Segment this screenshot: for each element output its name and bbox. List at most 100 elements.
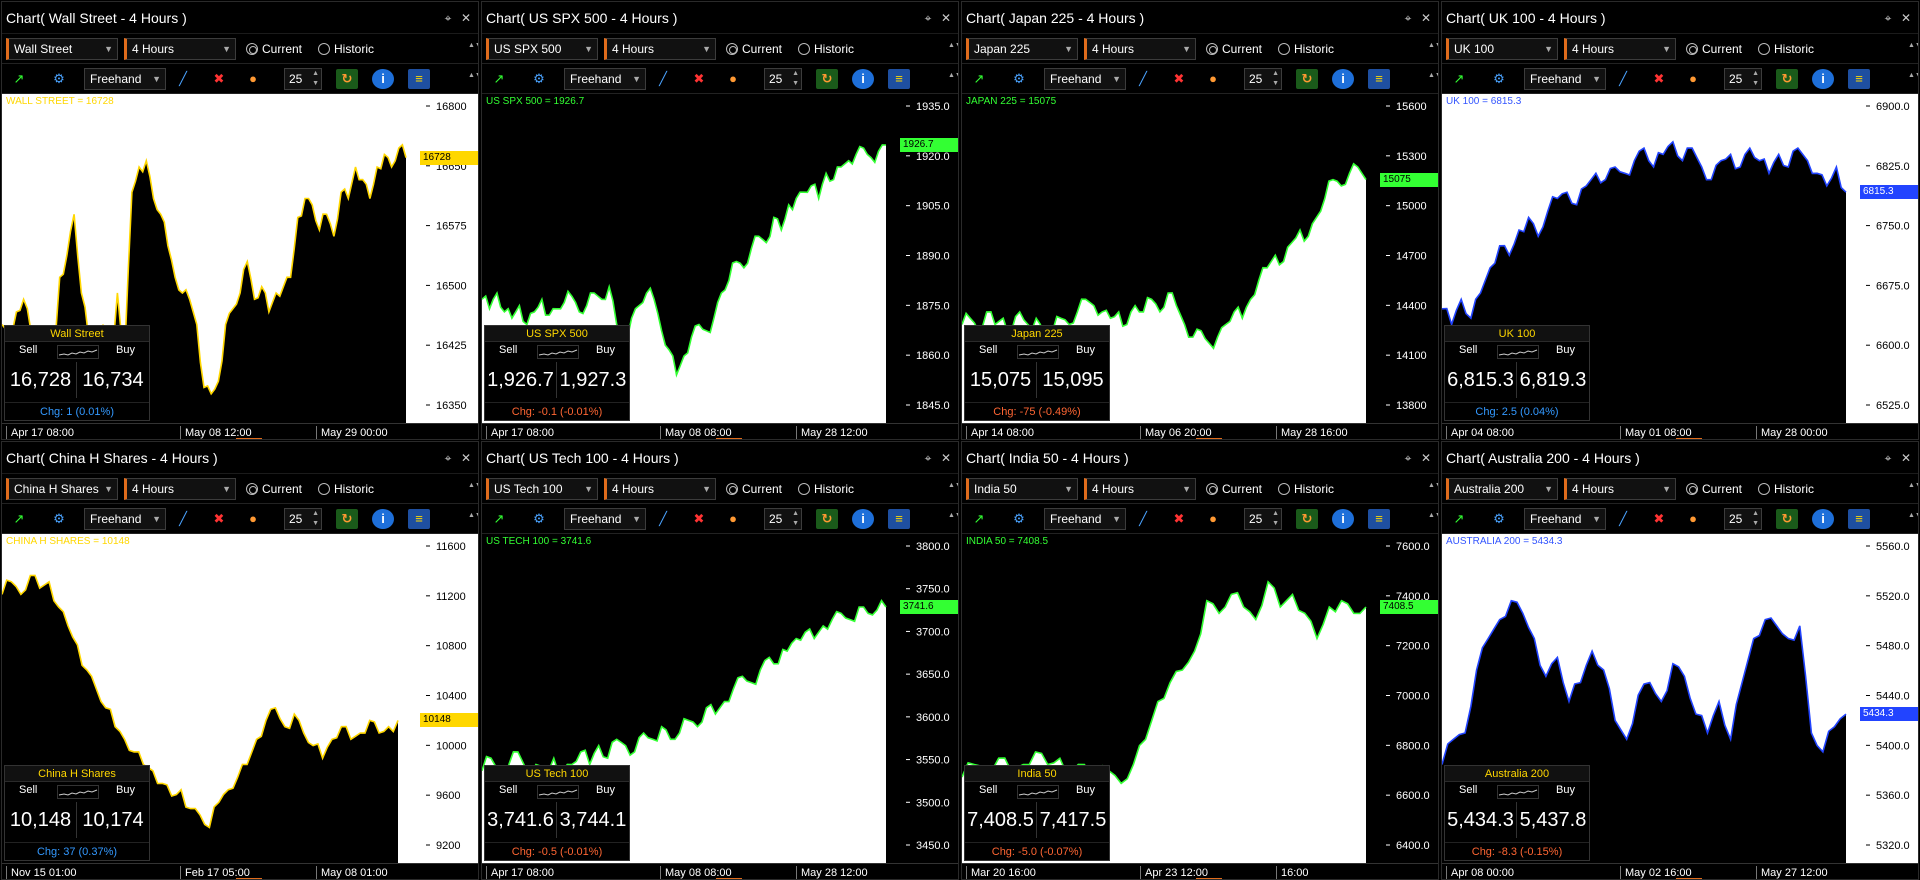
historic-radio[interactable]: Historic — [1758, 478, 1814, 500]
sell-button[interactable]: 10,148 — [5, 802, 77, 838]
sell-button[interactable]: 16,728 — [5, 362, 77, 398]
pin-icon[interactable]: ⌖ — [440, 442, 456, 474]
chart-type-icon[interactable]: ↗ — [488, 509, 510, 529]
indicators-icon[interactable]: ⚙ — [48, 69, 70, 89]
drawing-mode-select[interactable]: Freehand ▼ — [1044, 68, 1126, 90]
pin-icon[interactable]: ⌖ — [1400, 2, 1416, 34]
stepper-arrows-icon[interactable]: ▲ ▼ — [1752, 69, 1759, 89]
delete-drawings-icon[interactable]: ✖ — [688, 509, 710, 529]
chart-window-icon[interactable]: ≡ — [1848, 509, 1870, 529]
stepper-arrows-icon[interactable]: ▲ ▼ — [312, 69, 319, 89]
timeframe-select[interactable]: 4 Hours ▼ — [1084, 478, 1196, 500]
refresh-icon[interactable]: ↻ — [1296, 509, 1318, 529]
info-icon[interactable]: i — [852, 69, 874, 89]
historic-radio[interactable]: Historic — [798, 478, 854, 500]
period-stepper[interactable]: 25 ▲ ▼ — [284, 508, 322, 530]
scroll-arrows-icon[interactable]: ▲▼ — [1908, 482, 1918, 489]
timeframe-select[interactable]: 4 Hours ▼ — [604, 478, 716, 500]
time-axis[interactable]: Apr 04 08:00 May 01 08:00 May 28 00:00 — [1442, 423, 1918, 439]
time-axis[interactable]: Apr 08 00:00 May 02 16:00 May 27 12:00 — [1442, 863, 1918, 879]
pin-icon[interactable]: ⌖ — [1880, 2, 1896, 34]
chart-type-icon[interactable]: ↗ — [1448, 509, 1470, 529]
time-axis[interactable]: Mar 20 16:00 Apr 23 12:00 16:00 — [962, 863, 1438, 879]
scroll-arrows-icon[interactable]: ▲▼ — [468, 42, 478, 49]
draw-line-icon[interactable]: ╱ — [1132, 509, 1154, 529]
color-palette-icon[interactable]: ● — [1682, 509, 1704, 529]
time-scroll-thumb[interactable] — [1676, 438, 1702, 439]
chart-type-icon[interactable]: ↗ — [8, 509, 30, 529]
current-radio[interactable]: Current — [246, 478, 302, 500]
time-scroll-thumb[interactable] — [716, 438, 742, 439]
sell-button[interactable]: 5,434.3 — [1445, 802, 1517, 838]
scroll-arrows-icon[interactable]: ▲▼ — [948, 42, 958, 49]
historic-radio[interactable]: Historic — [798, 38, 854, 60]
instrument-select[interactable]: Japan 225 ▼ — [966, 38, 1078, 60]
info-icon[interactable]: i — [372, 69, 394, 89]
scroll-arrows-icon[interactable]: ▲▼ — [1908, 42, 1918, 49]
timeframe-select[interactable]: 4 Hours ▼ — [1084, 38, 1196, 60]
draw-line-icon[interactable]: ╱ — [1612, 509, 1634, 529]
time-axis[interactable]: Apr 14 08:00 May 06 20:00 May 28 16:00 — [962, 423, 1438, 439]
instrument-select[interactable]: India 50 ▼ — [966, 478, 1078, 500]
current-radio[interactable]: Current — [726, 38, 782, 60]
time-scroll-thumb[interactable] — [1196, 438, 1222, 439]
timeframe-select[interactable]: 4 Hours ▼ — [1564, 38, 1676, 60]
stepper-arrows-icon[interactable]: ▲ ▼ — [1272, 69, 1279, 89]
historic-radio[interactable]: Historic — [318, 478, 374, 500]
chart-type-icon[interactable]: ↗ — [968, 69, 990, 89]
chart-title-bar[interactable]: Chart( UK 100 - 4 Hours ) ⌖ ✕ — [1442, 2, 1918, 34]
scroll-arrows-icon[interactable]: ▲▼ — [468, 482, 478, 489]
color-palette-icon[interactable]: ● — [1682, 69, 1704, 89]
stepper-arrows-icon[interactable]: ▲ ▼ — [792, 69, 799, 89]
scroll-arrows-icon[interactable]: ▲▼ — [948, 512, 958, 519]
delete-drawings-icon[interactable]: ✖ — [208, 509, 230, 529]
buy-button[interactable]: 7,417.5 — [1037, 802, 1109, 838]
color-palette-icon[interactable]: ● — [722, 509, 744, 529]
color-palette-icon[interactable]: ● — [1202, 509, 1224, 529]
sell-button[interactable]: 6,815.3 — [1445, 362, 1517, 398]
indicators-icon[interactable]: ⚙ — [1008, 69, 1030, 89]
chart-title-bar[interactable]: Chart( Australia 200 - 4 Hours ) ⌖ ✕ — [1442, 442, 1918, 474]
close-icon[interactable]: ✕ — [458, 2, 474, 34]
info-icon[interactable]: i — [372, 509, 394, 529]
period-stepper[interactable]: 25 ▲ ▼ — [1244, 68, 1282, 90]
info-icon[interactable]: i — [852, 509, 874, 529]
time-axis[interactable]: Apr 17 08:00 May 08 12:00 May 29 00:00 — [2, 423, 478, 439]
close-icon[interactable]: ✕ — [938, 2, 954, 34]
sell-button[interactable]: 3,741.6 — [485, 802, 557, 838]
current-radio[interactable]: Current — [1206, 478, 1262, 500]
timeframe-select[interactable]: 4 Hours ▼ — [124, 478, 236, 500]
delete-drawings-icon[interactable]: ✖ — [208, 69, 230, 89]
indicators-icon[interactable]: ⚙ — [528, 509, 550, 529]
current-radio[interactable]: Current — [1206, 38, 1262, 60]
instrument-select[interactable]: US SPX 500 ▼ — [486, 38, 598, 60]
draw-line-icon[interactable]: ╱ — [1132, 69, 1154, 89]
time-axis[interactable]: Nov 15 01:00 Feb 17 05:00 May 08 01:00 — [2, 863, 478, 879]
info-icon[interactable]: i — [1812, 509, 1834, 529]
chart-title-bar[interactable]: Chart( US SPX 500 - 4 Hours ) ⌖ ✕ — [482, 2, 958, 34]
color-palette-icon[interactable]: ● — [722, 69, 744, 89]
draw-line-icon[interactable]: ╱ — [1612, 69, 1634, 89]
chart-title-bar[interactable]: Chart( China H Shares - 4 Hours ) ⌖ ✕ — [2, 442, 478, 474]
period-stepper[interactable]: 25 ▲ ▼ — [284, 68, 322, 90]
refresh-icon[interactable]: ↻ — [1776, 509, 1798, 529]
drawing-mode-select[interactable]: Freehand ▼ — [1524, 508, 1606, 530]
chart-type-icon[interactable]: ↗ — [8, 69, 30, 89]
buy-button[interactable]: 6,819.3 — [1517, 362, 1589, 398]
chart-type-icon[interactable]: ↗ — [488, 69, 510, 89]
historic-radio[interactable]: Historic — [318, 38, 374, 60]
chart-type-icon[interactable]: ↗ — [968, 509, 990, 529]
period-stepper[interactable]: 25 ▲ ▼ — [1244, 508, 1282, 530]
indicators-icon[interactable]: ⚙ — [1488, 509, 1510, 529]
drawing-mode-select[interactable]: Freehand ▼ — [1524, 68, 1606, 90]
info-icon[interactable]: i — [1332, 69, 1354, 89]
indicators-icon[interactable]: ⚙ — [528, 69, 550, 89]
chart-window-icon[interactable]: ≡ — [888, 69, 910, 89]
scroll-arrows-icon[interactable]: ▲▼ — [1428, 72, 1438, 79]
drawing-mode-select[interactable]: Freehand ▼ — [84, 508, 166, 530]
scroll-arrows-icon[interactable]: ▲▼ — [1908, 72, 1918, 79]
period-stepper[interactable]: 25 ▲ ▼ — [1724, 508, 1762, 530]
drawing-mode-select[interactable]: Freehand ▼ — [1044, 508, 1126, 530]
sell-button[interactable]: 7,408.5 — [965, 802, 1037, 838]
buy-button[interactable]: 10,174 — [77, 802, 149, 838]
